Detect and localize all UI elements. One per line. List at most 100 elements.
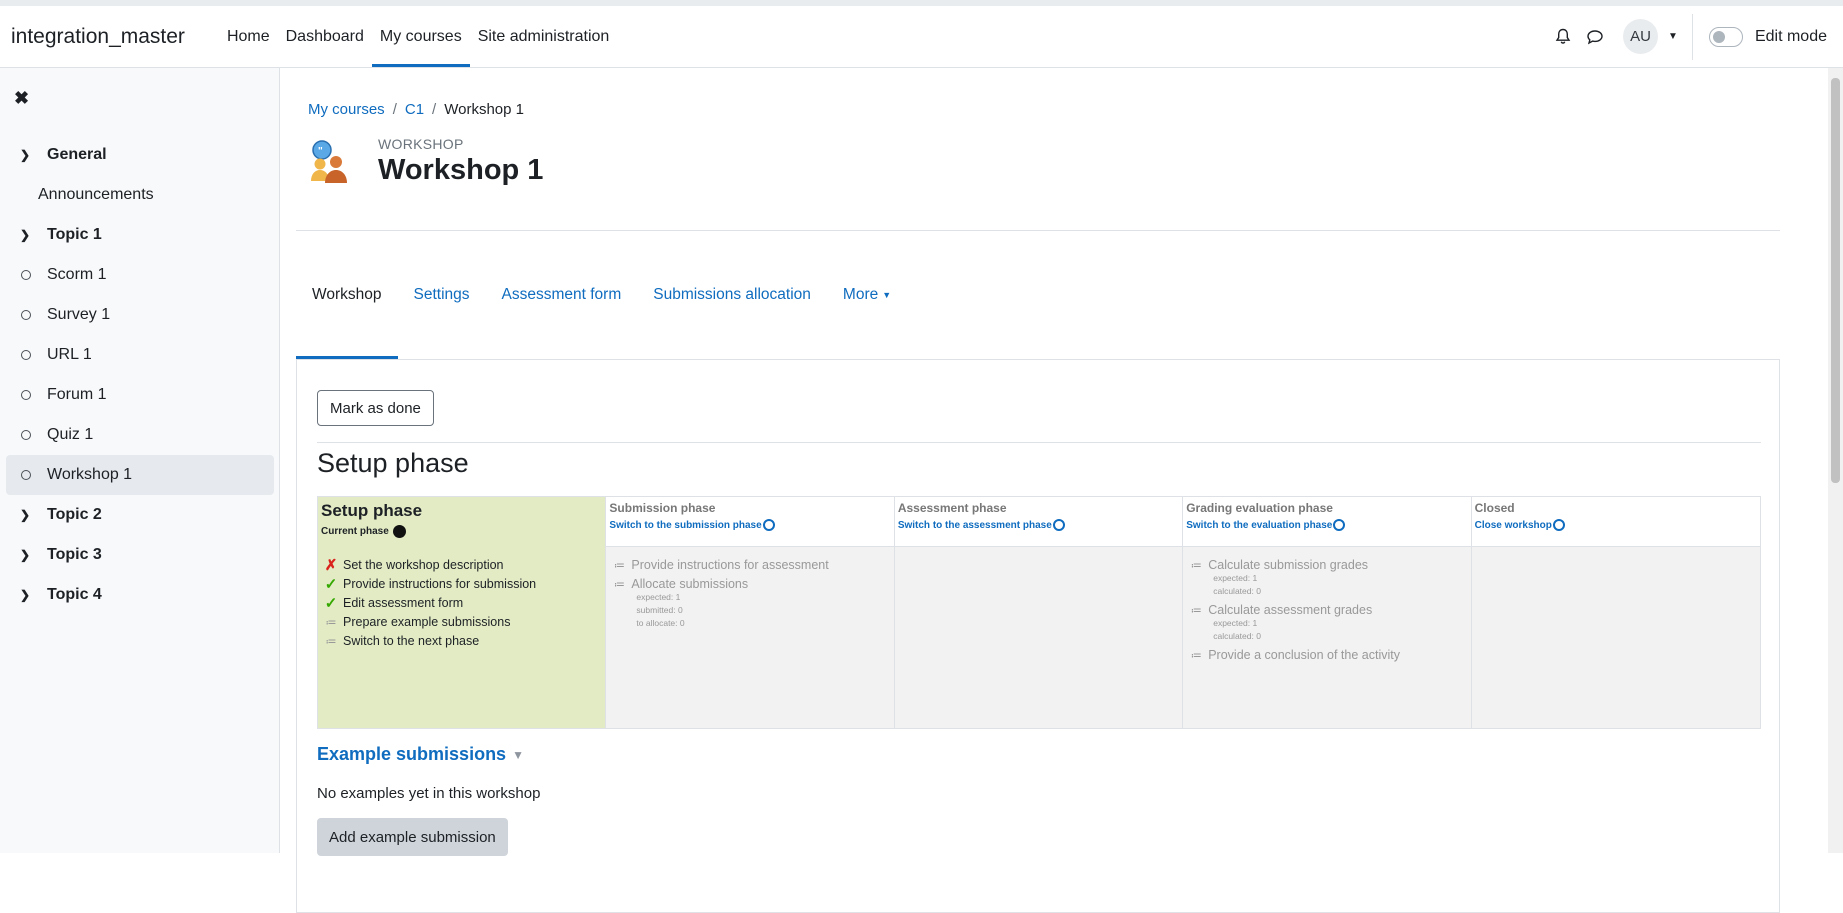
sidebar-section-topic-4[interactable]: ❯ Topic 4: [6, 575, 274, 615]
tab-workshop[interactable]: Workshop: [296, 231, 398, 359]
content-divider: [317, 442, 1761, 443]
switch-phase-link[interactable]: Switch to the evaluation phase: [1186, 519, 1467, 531]
todo-list-icon: ≔: [325, 616, 337, 629]
close-workshop-link[interactable]: Close workshop: [1475, 519, 1757, 531]
no-examples-message: No examples yet in this workshop: [317, 785, 541, 802]
task-item: ≔ Calculate assessment grades: [1189, 603, 1464, 617]
section-label: Topic 4: [47, 586, 102, 603]
example-submissions-heading: Example submissions: [317, 744, 507, 764]
sidebar-section-topic-1[interactable]: ❯ Topic 1: [6, 215, 274, 255]
chevron-down-icon[interactable]: ❯: [16, 228, 34, 242]
nav-my-courses[interactable]: My courses: [371, 6, 470, 67]
phase-title: Setup phase: [321, 501, 423, 520]
todo-list-icon: ≔: [1190, 559, 1202, 572]
task-item[interactable]: ≔ Prepare example submissions: [324, 615, 599, 629]
phase-header: Setup phase Current phase: [318, 497, 606, 547]
todo-list-icon: ≔: [1190, 649, 1202, 662]
completion-circle-icon: [21, 470, 31, 480]
user-avatar[interactable]: AU: [1623, 19, 1659, 54]
section-label: Topic 2: [47, 506, 102, 523]
nav-site-administration[interactable]: Site administration: [470, 6, 618, 67]
page-header: " WORKSHOP Workshop 1: [308, 136, 543, 187]
switch-phase-label: Switch to the evaluation phase: [1186, 519, 1333, 531]
close-icon[interactable]: ✖: [14, 88, 29, 109]
chevron-down-icon[interactable]: ❯: [16, 548, 34, 562]
sidebar-section-topic-2[interactable]: ❯ Topic 2: [6, 495, 274, 535]
switch-phase-link[interactable]: Switch to the assessment phase: [898, 519, 1179, 531]
example-submissions-toggle[interactable]: Example submissions ▼: [317, 744, 524, 765]
task-item: ≔ Calculate submission grades: [1189, 558, 1464, 572]
todo-list-icon: ≔: [613, 578, 625, 591]
item-label: Survey 1: [47, 306, 111, 323]
task-item[interactable]: ✓ Edit assessment form: [324, 595, 599, 612]
sidebar-item-url-1[interactable]: URL 1: [6, 335, 274, 375]
section-label: Topic 1: [47, 226, 102, 243]
current-phase-label: Current phase: [321, 526, 389, 537]
task-details: expected: 1 calculated: 0: [1213, 572, 1464, 598]
tab-assessment-form[interactable]: Assessment form: [486, 231, 638, 359]
task-detail: expected: 1: [636, 592, 681, 602]
task-item[interactable]: ✗ Set the workshop description: [324, 557, 599, 574]
item-label: Forum 1: [47, 386, 107, 403]
chat-bubble-icon[interactable]: [1579, 21, 1611, 53]
task-details: expected: 1 submitted: 0 to allocate: 0: [636, 591, 887, 630]
breadcrumb: My courses / C1 / Workshop 1: [308, 101, 524, 118]
workshop-content: Mark as done Setup phase Setup phase Cur…: [296, 360, 1780, 913]
item-label: URL 1: [47, 346, 92, 363]
chevron-down-icon[interactable]: ❯: [16, 588, 34, 602]
sidebar-section-general[interactable]: ❯ General: [6, 135, 274, 175]
switch-phase-ring-icon: [1052, 519, 1065, 531]
mark-as-done-button[interactable]: Mark as done: [317, 390, 434, 426]
sidebar-item-forum-1[interactable]: Forum 1: [6, 375, 274, 415]
checkmark-icon: ✓: [324, 576, 338, 593]
chevron-down-icon[interactable]: ❯: [16, 148, 34, 162]
top-navbar: integration_master Home Dashboard My cou…: [0, 0, 1843, 68]
tab-settings[interactable]: Settings: [398, 231, 486, 359]
item-label: Scorm 1: [47, 266, 107, 283]
caret-down-icon: ▼: [882, 290, 892, 300]
phase-title: Closed: [1474, 501, 1515, 515]
item-label: Quiz 1: [47, 426, 94, 443]
sidebar-item-survey-1[interactable]: Survey 1: [6, 295, 274, 335]
tab-submissions-allocation[interactable]: Submissions allocation: [637, 231, 827, 359]
completion-circle-icon: [21, 270, 31, 280]
switch-phase-label: Close workshop: [1474, 519, 1552, 531]
todo-list-icon: ≔: [325, 635, 337, 648]
sidebar-item-workshop-1[interactable]: Workshop 1: [6, 455, 274, 495]
switch-phase-link[interactable]: Switch to the submission phase: [609, 519, 890, 531]
sidebar-item-scorm-1[interactable]: Scorm 1: [6, 255, 274, 295]
phase-title: Submission phase: [609, 501, 716, 515]
phase-submission: Submission phase Switch to the submissio…: [606, 497, 895, 728]
fail-x-icon: ✗: [324, 557, 338, 574]
tab-more[interactable]: More ▼: [827, 231, 907, 359]
scrollbar-thumb[interactable]: [1831, 78, 1840, 483]
nav-home[interactable]: Home: [219, 6, 278, 67]
task-item[interactable]: ✓ Provide instructions for submission: [324, 576, 599, 593]
task-detail: expected: 1: [1213, 573, 1258, 583]
header-text: WORKSHOP Workshop 1: [378, 136, 543, 187]
sidebar-section-topic-3[interactable]: ❯ Topic 3: [6, 535, 274, 575]
site-brand[interactable]: integration_master: [11, 25, 185, 49]
current-phase-heading: Setup phase: [317, 448, 469, 478]
chevron-down-icon[interactable]: ❯: [16, 508, 34, 522]
task-detail: submitted: 0: [636, 605, 683, 615]
switch-phase-ring-icon: [762, 519, 775, 531]
nav-dashboard[interactable]: Dashboard: [278, 6, 372, 67]
breadcrumb-my-courses[interactable]: My courses: [308, 101, 385, 118]
task-item[interactable]: ≔ Switch to the next phase: [324, 634, 599, 648]
edit-mode-toggle[interactable]: [1708, 26, 1743, 47]
current-phase-indicator: Current phase: [321, 525, 602, 538]
sidebar-item-announcements[interactable]: Announcements: [6, 175, 274, 215]
bell-icon[interactable]: [1547, 21, 1579, 53]
page-scrollbar[interactable]: [1828, 68, 1843, 853]
task-list: ≔ Calculate submission grades expected: 1…: [1183, 547, 1470, 668]
task-list: ≔ Provide instructions for assessment ≔ Al…: [606, 547, 893, 636]
breadcrumb-c1[interactable]: C1: [405, 101, 424, 118]
add-example-submission-button[interactable]: Add example submission: [317, 818, 508, 856]
task-detail: expected: 1: [1213, 618, 1258, 628]
sidebar-item-quiz-1[interactable]: Quiz 1: [6, 415, 274, 455]
phase-setup: Setup phase Current phase ✗ Set the works…: [318, 497, 607, 728]
phase-assessment: Assessment phase Switch to the assessmen…: [894, 497, 1184, 728]
chevron-down-icon[interactable]: ▼: [1668, 31, 1678, 42]
task-label: Edit assessment form: [343, 596, 464, 610]
